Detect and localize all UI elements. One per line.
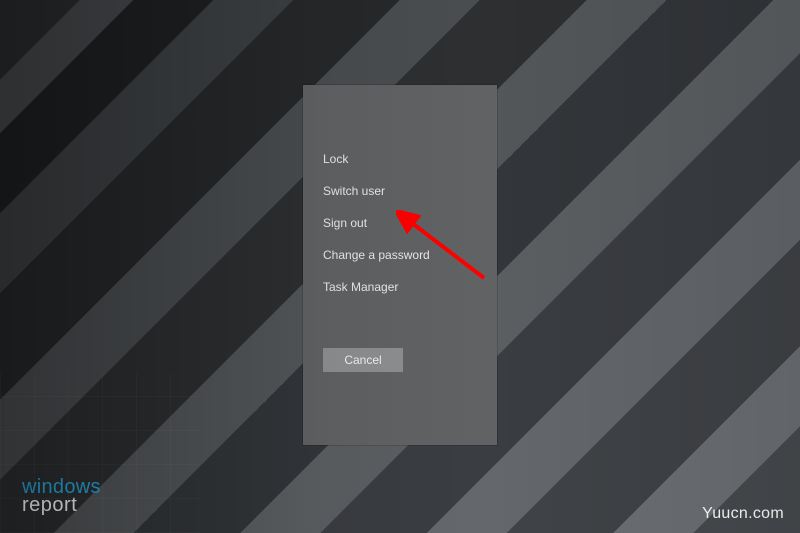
desktop-background: Lock Switch user Sign out Change a passw… <box>0 0 800 533</box>
menu-item-sign-out[interactable]: Sign out <box>323 207 430 239</box>
menu-item-switch-user[interactable]: Switch user <box>323 175 430 207</box>
menu-item-change-password[interactable]: Change a password <box>323 239 430 271</box>
watermark-line2: report <box>22 495 101 515</box>
watermark-yuucn: Yuucn.com <box>702 505 784 523</box>
menu-item-lock[interactable]: Lock <box>323 143 430 175</box>
security-options-menu: Lock Switch user Sign out Change a passw… <box>323 143 430 303</box>
cancel-button-container: Cancel <box>323 348 403 372</box>
cancel-button[interactable]: Cancel <box>323 348 403 372</box>
watermark-windows-report: windows report <box>22 477 101 515</box>
security-options-dialog: Lock Switch user Sign out Change a passw… <box>303 85 497 445</box>
menu-item-task-manager[interactable]: Task Manager <box>323 271 430 303</box>
